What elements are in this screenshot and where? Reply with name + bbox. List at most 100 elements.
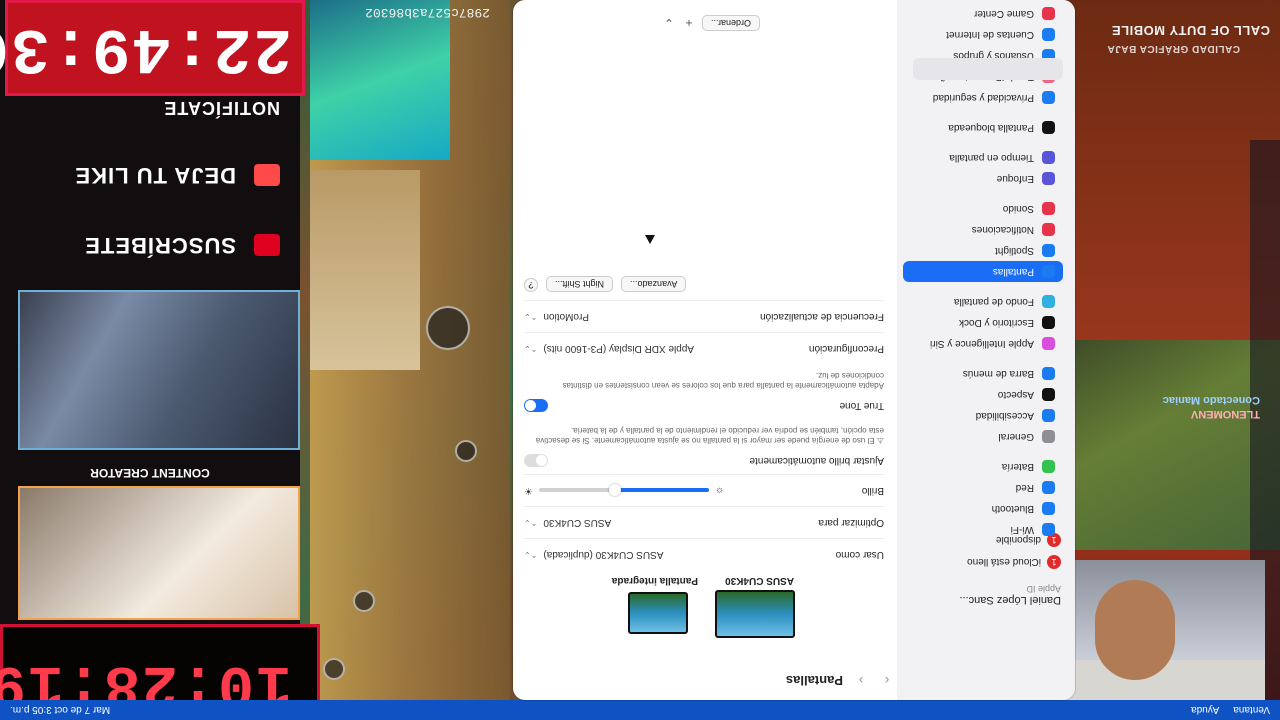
sidebar-item-wi-fi[interactable]: Wi-Fi <box>903 519 1063 540</box>
sidebar-item-label: Cuentas de Internet <box>946 29 1034 40</box>
add-button[interactable]: + <box>682 16 696 30</box>
auto-brightness-toggle[interactable] <box>524 454 548 468</box>
sidebar-item-notificaciones[interactable]: Notificaciones <box>903 219 1063 240</box>
display-thumb-builtin[interactable] <box>628 592 688 634</box>
auto-brightness-note: ⚠ El uso de energía puede ser mayor si l… <box>535 426 884 445</box>
game-hud-crouch-icon[interactable] <box>323 658 345 680</box>
account-name: Daniel López Sanc... <box>959 594 1061 606</box>
sidebar-item-label: Barra de menús <box>962 368 1034 379</box>
youtube-icon <box>254 234 280 256</box>
preset-label: Preconfiguración <box>808 343 884 354</box>
sidebar-item-game-center[interactable]: Game Center <box>903 3 1063 24</box>
settings-sidebar: Daniel López Sanc... Apple ID 1 iCloud e… <box>897 0 1075 700</box>
sidebar-item-pantallas[interactable]: Pantallas <box>903 261 1063 282</box>
display-thumb-asus-label: ASUS CU4K30 <box>725 575 794 586</box>
row-true-tone: True Tone <box>524 393 884 419</box>
sidebar-item-bluetooth[interactable]: Bluetooth <box>903 498 1063 519</box>
sidebar-item-accesibilidad[interactable]: Accesibilidad <box>903 405 1063 426</box>
game-tarp <box>310 0 450 160</box>
sidebar-item-label: Privacidad y seguridad <box>932 92 1034 103</box>
overlay-clock-box-bottom: 22:49:36 <box>0 0 305 96</box>
sidebar-separator <box>903 138 1063 147</box>
refresh-select[interactable]: ProMotion ⌃⌄ <box>524 311 589 322</box>
game-title: CALL OF DUTY MOBILE <box>1111 23 1270 38</box>
sidebar-item-label: Sonido <box>1002 203 1034 214</box>
sidebar-item-icon <box>1042 481 1055 494</box>
sidebar-item-apple-intelligence-y-siri[interactable]: Apple Intelligence y Siri <box>903 333 1063 354</box>
game-sack <box>310 170 420 370</box>
menu-bar: Ventana Ayuda Mar 7 de oct 3:05 p.m. <box>0 700 1280 720</box>
sidebar-separator <box>903 282 1063 291</box>
game-foliage <box>1070 340 1280 550</box>
sidebar-item-label: Bluetooth <box>991 503 1034 514</box>
alert-label: iCloud está lleno <box>967 556 1041 568</box>
sidebar-item-icon <box>1042 295 1055 308</box>
sidebar-item-cuentas-de-internet[interactable]: Cuentas de Internet <box>903 24 1063 45</box>
apple-account[interactable]: Daniel López Sanc... Apple ID <box>911 576 1061 606</box>
sidebar-item-label: General <box>998 431 1034 442</box>
sidebar-item-sonido[interactable]: Sonido <box>903 198 1063 219</box>
account-subtitle: Apple ID <box>1026 584 1061 594</box>
sidebar-item-barra-de-menús[interactable]: Barra de menús <box>903 363 1063 384</box>
sidebar-item-escritorio-y-dock[interactable]: Escritorio y Dock <box>903 312 1063 333</box>
brightness-label: Brillo <box>861 485 884 496</box>
chevron-right-icon[interactable]: › <box>853 673 869 689</box>
overlay-like: DEJA TU LIKE <box>74 155 280 195</box>
advanced-button[interactable]: Avanzado... <box>621 276 687 292</box>
optimize-select[interactable]: ASUS CU4K30 ⌃⌄ <box>524 517 611 528</box>
alert-icloud-full[interactable]: 1 iCloud está lleno <box>967 552 1061 572</box>
sidebar-item-icon <box>1042 409 1055 422</box>
sidebar-item-icon <box>1042 460 1055 473</box>
sidebar-item-icon <box>1042 388 1055 401</box>
game-hud-grenade-icon[interactable] <box>455 440 477 462</box>
sidebar-item-fondo-de-pantalla[interactable]: Fondo de pantalla <box>903 291 1063 312</box>
menu-item-ayuda[interactable]: Ayuda <box>1191 705 1219 716</box>
sidebar-item-icon <box>1042 367 1055 380</box>
sidebar-separator <box>903 189 1063 198</box>
chevron-updown-icon: ⌃⌄ <box>524 344 538 353</box>
arrange-button[interactable]: Ordenar... <box>701 15 760 31</box>
sidebar-item-label: Notificaciones <box>971 224 1034 235</box>
sidebar-item-privacidad-y-seguridad[interactable]: Privacidad y seguridad <box>903 87 1063 108</box>
sidebar-item-enfoque[interactable]: Enfoque <box>903 168 1063 189</box>
night-shift-button[interactable]: Night Shift... <box>546 276 614 292</box>
sidebar-item-label: Aspecto <box>997 389 1034 400</box>
mouse-cursor-icon <box>645 235 655 244</box>
true-tone-toggle[interactable] <box>524 399 548 413</box>
preset-select[interactable]: Apple XDR Display (P3-1600 nits) ⌃⌄ <box>524 343 694 354</box>
sidebar-item-icloud[interactable]: iCloud <box>903 0 1063 3</box>
display-settings: Usar como ASUS CU4K30 (duplicada) ⌃⌄ Opti… <box>524 276 884 570</box>
sidebar-item-label: Apple Intelligence y Siri <box>930 338 1034 349</box>
chevron-updown-icon: ⌃⌄ <box>524 550 538 559</box>
overlay-creator-label: CONTENT CREATOR <box>90 466 210 480</box>
chevron-down-icon[interactable]: ⌄ <box>662 16 676 30</box>
sidebar-item-tiempo-en-pantalla[interactable]: Tiempo en pantalla <box>903 147 1063 168</box>
sidebar-item-icon <box>1042 151 1055 164</box>
game-session-id: 2987c527a3b86302 <box>365 5 490 20</box>
sidebar-item-icon <box>1042 223 1055 236</box>
help-button[interactable]: ? <box>524 278 538 292</box>
row-use-as: Usar como ASUS CU4K30 (duplicada) ⌃⌄ <box>524 538 884 570</box>
display-thumb-asus[interactable] <box>715 590 795 638</box>
sidebar-item-red[interactable]: Red <box>903 477 1063 498</box>
sidebar-item-label: Pantallas <box>992 266 1034 277</box>
chevron-left-icon[interactable]: ‹ <box>879 673 895 689</box>
page-title: Pantallas <box>785 673 843 689</box>
sidebar-item-batería[interactable]: Batería <box>903 456 1063 477</box>
sidebar-search-input[interactable] <box>913 58 1063 80</box>
use-as-select[interactable]: ASUS CU4K30 (duplicada) ⌃⌄ <box>524 549 663 560</box>
webcam-person <box>1095 580 1175 680</box>
row-auto-brightness: Ajustar brillo automáticamente <box>524 448 884 474</box>
brightness-slider[interactable] <box>538 484 709 497</box>
sidebar-separator <box>903 447 1063 456</box>
sidebar-item-pantalla-bloqueada[interactable]: Pantalla bloqueada <box>903 117 1063 138</box>
game-hud-settings-icon[interactable] <box>353 590 375 612</box>
menubar-clock[interactable]: Mar 7 de oct 3:05 p.m. <box>10 705 110 716</box>
sidebar-item-spotlight[interactable]: Spotlight <box>903 240 1063 261</box>
use-as-label: Usar como <box>835 549 884 560</box>
sidebar-item-icon <box>1042 121 1055 134</box>
sidebar-item-label: Accesibilidad <box>975 410 1034 421</box>
menu-item-ventana[interactable]: Ventana <box>1233 705 1270 716</box>
sidebar-item-general[interactable]: General <box>903 426 1063 447</box>
sidebar-item-aspecto[interactable]: Aspecto <box>903 384 1063 405</box>
